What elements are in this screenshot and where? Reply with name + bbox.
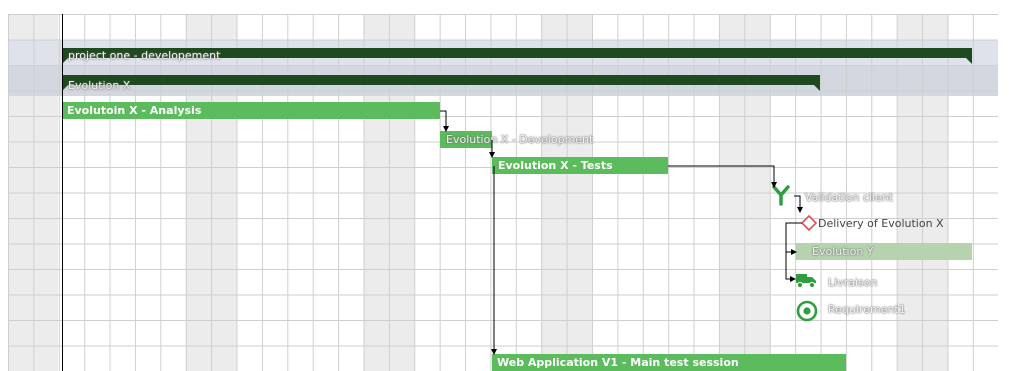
dependency-links — [440, 110, 803, 355]
gantt-chart: project one - developement Evolution X E… — [0, 0, 1012, 371]
